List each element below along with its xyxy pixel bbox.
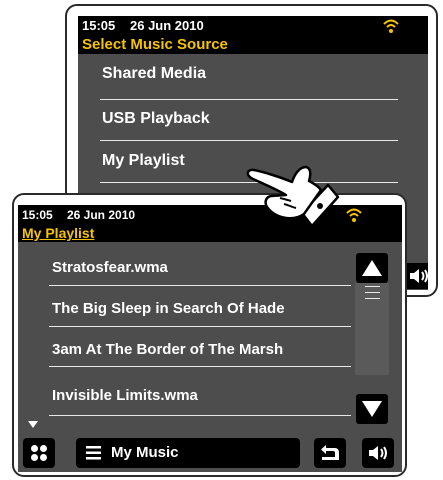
volume-icon (369, 446, 387, 460)
menu-item-label: My Playlist (102, 152, 185, 169)
playlist-item-label: The Big Sleep in Search Of Hade (52, 300, 285, 317)
front-screen: 15:05 26 Jun 2010 My Playlist Stratosfea… (18, 205, 402, 472)
my-music-label: My Music (111, 444, 179, 461)
playlist-item-label: 3am At The Border of The Marsh (52, 341, 284, 358)
scroll-down-button[interactable] (356, 394, 388, 424)
menu-grid-button[interactable] (23, 438, 55, 468)
separator (49, 326, 351, 327)
status-date: 26 Jun 2010 (130, 18, 204, 33)
menu-item-usb-playback[interactable]: USB Playback (102, 110, 210, 128)
my-music-button[interactable]: My Music (76, 438, 300, 468)
scroll-down-icon (362, 401, 382, 417)
back-title-bar: Select Music Source (78, 36, 428, 54)
separator (49, 366, 351, 367)
status-date: 26 Jun 2010 (67, 208, 136, 222)
page-title: Select Music Source (82, 36, 228, 53)
hand-pointer-icon (246, 165, 340, 228)
menu-item-label: USB Playback (102, 110, 210, 127)
back-icon (321, 445, 339, 460)
grid-menu-icon (31, 445, 47, 461)
playlist-item-label: Invisible Limits.wma (52, 387, 198, 404)
playlist-item[interactable]: Invisible Limits.wma (52, 387, 198, 404)
menu-item-label: Shared Media (102, 65, 207, 82)
back-button[interactable] (314, 438, 346, 468)
separator (49, 415, 351, 416)
front-title-bar: My Playlist (18, 225, 402, 242)
scroll-up-button[interactable] (356, 253, 388, 283)
scrollbar-track[interactable] (355, 283, 389, 375)
status-time: 15:05 (22, 208, 53, 222)
scroll-up-icon (362, 260, 382, 276)
menu-item-my-playlist[interactable]: My Playlist (102, 152, 185, 170)
wifi-icon (383, 19, 399, 33)
front-status-bar: 15:05 26 Jun 2010 (18, 205, 402, 225)
list-icon (86, 446, 101, 460)
volume-icon (410, 269, 428, 283)
volume-button[interactable] (362, 438, 394, 468)
more-below-icon (28, 421, 38, 428)
page-title: My Playlist (22, 225, 95, 241)
back-status-bar: 15:05 26 Jun 2010 (78, 16, 428, 36)
wifi-icon (346, 208, 362, 222)
status-time: 15:05 (82, 18, 116, 33)
playlist-item[interactable]: Stratosfear.wma (52, 259, 168, 276)
playlist-item-label: Stratosfear.wma (52, 259, 168, 276)
front-screen-frame: 15:05 26 Jun 2010 My Playlist Stratosfea… (12, 193, 407, 477)
scrollbar-thumb[interactable] (365, 284, 380, 302)
menu-item-shared-media[interactable]: Shared Media (102, 65, 206, 83)
separator (49, 285, 351, 286)
playlist-item[interactable]: The Big Sleep in Search Of Hade (52, 300, 354, 317)
playlist-item[interactable]: 3am At The Border of The Marsh (52, 341, 283, 358)
separator (100, 99, 398, 100)
